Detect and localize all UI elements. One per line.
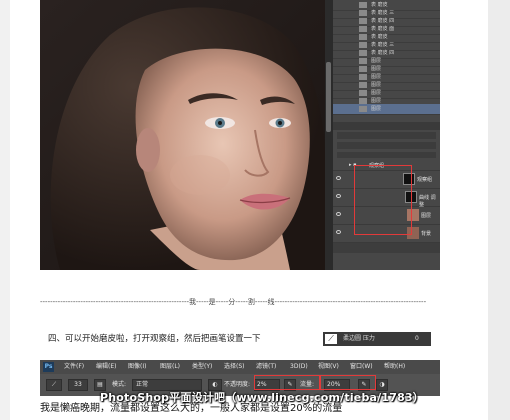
brush-preset-thumbnail: ⟋ 柔边圆 压力 0 bbox=[323, 332, 431, 346]
history-panel: 表 磨皮 表 磨皮 三 表 磨皮 四 表 磨皮 面 表 磨皮 表 磨皮 三 表 … bbox=[333, 0, 440, 115]
portrait-photo bbox=[40, 0, 325, 270]
layer-filter-bar[interactable] bbox=[337, 132, 436, 139]
lock-bar[interactable] bbox=[337, 152, 436, 158]
opacity-highlight-box bbox=[254, 375, 320, 390]
menu-help[interactable]: 帮助(H) bbox=[384, 362, 405, 372]
layers-footer bbox=[333, 243, 440, 253]
visibility-eye-icon[interactable] bbox=[336, 212, 341, 216]
scrollbar-thumb[interactable] bbox=[326, 62, 331, 132]
flow-highlight-box bbox=[320, 375, 376, 390]
brush-size-picker[interactable]: 33 bbox=[68, 379, 88, 391]
visibility-eye-icon[interactable] bbox=[336, 194, 341, 198]
page-left-margin bbox=[0, 0, 10, 420]
brush-panel-icon[interactable]: ▤ bbox=[94, 379, 106, 391]
portrait-image bbox=[40, 0, 325, 270]
menu-3d[interactable]: 3D(D) bbox=[290, 362, 308, 372]
ps-logo: Ps bbox=[43, 362, 54, 372]
menu-filter[interactable]: 滤镜(T) bbox=[256, 362, 276, 372]
pressure-size-icon[interactable]: ◑ bbox=[376, 379, 388, 391]
canvas-scrollbar[interactable] bbox=[325, 0, 333, 270]
history-snapshot-icon bbox=[359, 106, 367, 112]
menu-window[interactable]: 窗口(W) bbox=[350, 362, 373, 372]
mode-select[interactable]: 正常 bbox=[132, 379, 202, 391]
menu-image[interactable]: 图像(I) bbox=[128, 362, 146, 372]
mode-label: 模式: bbox=[112, 381, 127, 388]
watermark: PhotoShop平面设计吧（www.linecg.com/tieba/1783… bbox=[100, 391, 424, 404]
pressure-opacity-icon[interactable]: ◐ bbox=[208, 379, 222, 391]
visibility-eye-icon[interactable] bbox=[336, 176, 341, 180]
brush-tool-icon[interactable]: ⟋ bbox=[46, 379, 62, 391]
layers-panel-tabs[interactable] bbox=[333, 122, 440, 130]
opacity-label: 不透明度: bbox=[224, 381, 251, 388]
menu-type[interactable]: 类型(Y) bbox=[192, 362, 212, 372]
layers-highlight-box bbox=[354, 165, 412, 235]
blend-mode-bar[interactable] bbox=[337, 142, 436, 149]
page-right-margin bbox=[488, 0, 510, 420]
brush-icon: ⟋ bbox=[325, 334, 337, 344]
visibility-eye-icon[interactable] bbox=[336, 230, 341, 234]
menu-file[interactable]: 文件(F) bbox=[64, 362, 84, 372]
history-item-selected[interactable]: 图层 bbox=[333, 104, 440, 115]
menu-layer[interactable]: 图层(L) bbox=[160, 362, 180, 372]
menu-view[interactable]: 视图(V) bbox=[318, 362, 339, 372]
menu-bar: Ps 文件(F) 编辑(E) 图像(I) 图层(L) 类型(Y) 选择(S) 滤… bbox=[40, 360, 440, 374]
menu-select[interactable]: 选择(S) bbox=[224, 362, 245, 372]
section-divider: ----------------------------------------… bbox=[40, 298, 427, 306]
menu-edit[interactable]: 编辑(E) bbox=[96, 362, 116, 372]
step-instruction: 四、可以开始磨皮啦，打开观察组，然后把画笔设置一下 bbox=[48, 334, 261, 344]
